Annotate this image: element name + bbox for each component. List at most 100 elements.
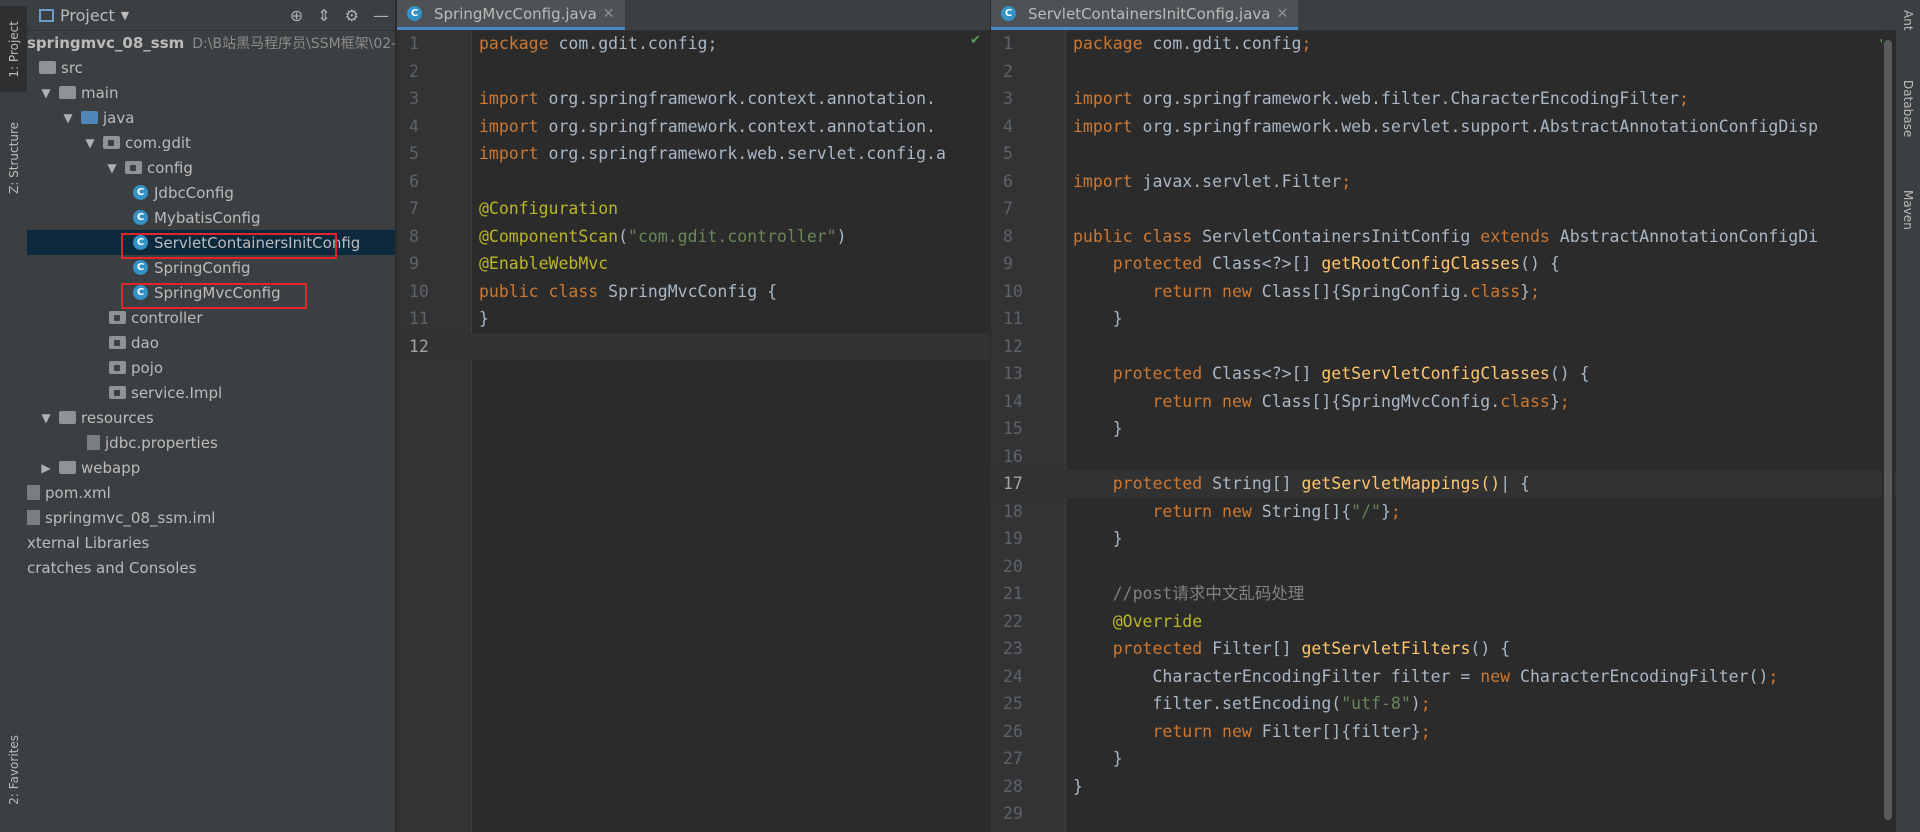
tab-servletcontainersinitconfig[interactable]: C ServletContainersInitConfig.java ✕ (991, 0, 1299, 30)
tree-item[interactable]: ▼ com.gdit (27, 130, 395, 155)
code-line[interactable]: 16 (991, 443, 1896, 471)
code-line[interactable]: 11} (397, 305, 990, 333)
tree-item[interactable]: ▼ java (27, 105, 395, 130)
gear-icon[interactable]: ⚙ (345, 6, 359, 25)
code-line[interactable]: 9 @EnableWebMvc (397, 250, 990, 278)
chevron-down-icon[interactable]: ▼ (39, 86, 53, 100)
tree-root[interactable]: springmvc_08_ssm D:\B站黑马程序员\SSM框架\02-sp (27, 30, 395, 55)
project-view-selector[interactable]: Project ▼ (27, 6, 129, 25)
code-line[interactable]: 26 return new Filter[]{filter}; (991, 718, 1896, 746)
code-line[interactable]: 9 protected Class<?>[] getRootConfigClas… (991, 250, 1896, 278)
code-line[interactable]: 2 (397, 58, 990, 86)
close-icon[interactable]: ✕ (603, 6, 615, 22)
code-line[interactable]: 25 filter.setEncoding("utf-8"); (991, 690, 1896, 718)
tree-item[interactable]: C MybatisConfig (27, 205, 395, 230)
code-line[interactable]: 4 import org.springframework.web.servlet.… (991, 113, 1896, 141)
code-line[interactable]: 5 (991, 140, 1896, 168)
code-line[interactable]: 6 import javax.servlet.Filter; (991, 168, 1896, 196)
tree-item[interactable]: src (27, 55, 395, 80)
code-line[interactable]: 10 public class SpringMvcConfig { (397, 278, 990, 306)
code-line[interactable]: 18 return new String[]{"/"}; (991, 498, 1896, 526)
line-number: 12 (409, 336, 429, 356)
tree-item[interactable]: ▼ resources (27, 405, 395, 430)
class-icon: C (133, 185, 148, 200)
code-line[interactable]: 14 return new Class[]{SpringMvcConfig.cl… (991, 388, 1896, 416)
code-line[interactable]: 3 import org.springframework.context.anno… (397, 85, 990, 113)
tree-item[interactable]: ▶ webapp (27, 455, 395, 480)
line-number: 3 (1003, 89, 1013, 108)
code-line[interactable]: 8 @ComponentScan("com.gdit.controller") (397, 223, 990, 251)
package-icon (109, 336, 126, 349)
collapse-all-icon[interactable]: ⇕ (317, 6, 330, 25)
code-line[interactable]: 17 protected String[] getServletMappings… (991, 470, 1896, 498)
line-number: 1 (1003, 34, 1013, 53)
chevron-down-icon[interactable]: ▼ (61, 111, 75, 125)
project-panel-header: Project ▼ ⊕ ⇕ ⚙ — (27, 0, 395, 31)
code-line[interactable]: 28} (991, 773, 1896, 801)
tree-item-label: SpringConfig (154, 258, 251, 277)
chevron-down-icon[interactable]: ▼ (105, 161, 119, 175)
project-panel-title: Project (60, 5, 115, 25)
code-line[interactable]: 7 @Configuration (397, 195, 990, 223)
maven-tool-tab[interactable]: Maven (1896, 190, 1920, 270)
tree-item[interactable]: ▼ main (27, 80, 395, 105)
database-tool-tab[interactable]: Database (1896, 80, 1920, 170)
tree-item-label: jdbc.properties (105, 433, 218, 452)
tree-item[interactable]: ▼ config (27, 155, 395, 180)
scrollbar-thumb[interactable] (1884, 40, 1892, 820)
code-text: } (1073, 749, 1123, 768)
minimize-icon[interactable]: — (373, 6, 389, 25)
structure-tool-tab[interactable]: Z: Structure (0, 108, 27, 208)
tree-item[interactable]: xternal Libraries (27, 530, 395, 555)
line-number: 7 (1003, 199, 1013, 218)
tree-item[interactable]: jdbc.properties (27, 430, 395, 455)
tree-item[interactable]: springmvc_08_ssm.iml (27, 505, 395, 530)
code-line[interactable]: 21 //post请求中文乱码处理 (991, 580, 1896, 608)
favorites-tool-tab[interactable]: 2: Favorites (0, 720, 27, 820)
tree-item[interactable]: pojo (27, 355, 395, 380)
code-line[interactable]: 23 protected Filter[] getServletFilters(… (991, 635, 1896, 663)
chevron-right-icon[interactable]: ▶ (39, 461, 53, 475)
tree-item[interactable]: C JdbcConfig (27, 180, 395, 205)
code-line[interactable]: 24 CharacterEncodingFilter filter = new … (991, 663, 1896, 691)
code-line[interactable]: 19 } (991, 525, 1896, 553)
tree-item[interactable]: pom.xml (27, 480, 395, 505)
tree-item[interactable]: cratches and Consoles (27, 555, 395, 580)
code-line[interactable]: 3 import org.springframework.web.filter.C… (991, 85, 1896, 113)
locate-icon[interactable]: ⊕ (290, 6, 303, 25)
code-line[interactable]: 13 protected Class<?>[] getServletConfig… (991, 360, 1896, 388)
close-icon[interactable]: ✕ (1277, 6, 1289, 22)
code-line[interactable]: 27 } (991, 745, 1896, 773)
ant-tool-tab[interactable]: Ant (1896, 10, 1920, 60)
line-number: 23 (1003, 639, 1023, 658)
code-line[interactable]: 4 import org.springframework.context.anno… (397, 113, 990, 141)
chevron-down-icon[interactable]: ▼ (83, 136, 97, 150)
code-line[interactable]: 10 return new Class[]{SpringConfig.class… (991, 278, 1896, 306)
chevron-down-icon[interactable]: ▼ (39, 411, 53, 425)
chevron-down-icon[interactable]: ▼ (121, 9, 129, 22)
tree-item[interactable]: service.Impl (27, 380, 395, 405)
code-line[interactable]: 29 (991, 800, 1896, 828)
code-line[interactable]: 22 @Override (991, 608, 1896, 636)
code-line[interactable]: 11 } (991, 305, 1896, 333)
code-line[interactable]: 12 (991, 333, 1896, 361)
code-line[interactable]: 5 import org.springframework.web.servlet.… (397, 140, 990, 168)
vertical-scrollbar[interactable] (1882, 30, 1894, 832)
tab-springmvcconfig[interactable]: C SpringMvcConfig.java ✕ (397, 0, 625, 30)
tree-item[interactable]: dao (27, 330, 395, 355)
code-line[interactable]: 7 (991, 195, 1896, 223)
code-line[interactable]: 15 } (991, 415, 1896, 443)
line-number: 29 (1003, 804, 1023, 823)
code-line[interactable]: 6 (397, 168, 990, 196)
code-line[interactable]: 1 package com.gdit.config; (397, 30, 990, 58)
code-line[interactable]: 12 (397, 332, 990, 360)
line-number: 5 (1003, 144, 1013, 163)
project-tool-tab[interactable]: 1: Project (0, 6, 27, 92)
code-line[interactable]: 20 (991, 553, 1896, 581)
code-text: //post请求中文乱码处理 (1112, 584, 1305, 603)
editor-servletcontainersinitconfig[interactable]: C ServletContainersInitConfig.java ✕ 1 pa… (991, 0, 1896, 832)
code-line[interactable]: 2 (991, 58, 1896, 86)
code-line[interactable]: 8 public class ServletContainersInitConfi… (991, 223, 1896, 251)
editor-springmvcconfig[interactable]: C SpringMvcConfig.java ✕ 1 package com.gd… (397, 0, 990, 832)
code-line[interactable]: 1 package com.gdit.config; (991, 30, 1896, 58)
